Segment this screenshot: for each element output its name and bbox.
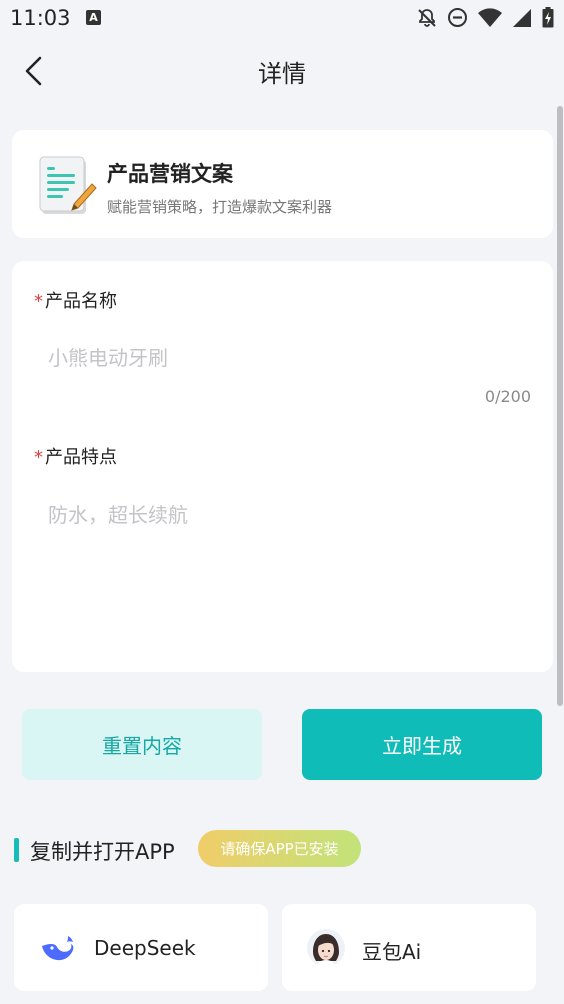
app-card-doubao[interactable]: 豆包Ai bbox=[282, 904, 536, 991]
required-mark: * bbox=[34, 447, 43, 468]
product-features-label: * 产品特点 bbox=[34, 443, 117, 469]
scrollbar[interactable] bbox=[557, 106, 563, 706]
install-hint-badge: 请确保APP已安装 bbox=[198, 830, 361, 867]
doubao-avatar-icon bbox=[307, 929, 345, 967]
status-bar: 11:03 A bbox=[0, 0, 564, 38]
tool-subtitle: 赋能营销策略，打造爆款文案利器 bbox=[107, 198, 333, 216]
status-time: 11:03 bbox=[10, 6, 71, 30]
char-counter: 0/200 bbox=[484, 387, 531, 406]
page-title: 详情 bbox=[258, 60, 306, 88]
app-card-deepseek[interactable]: DeepSeek bbox=[14, 904, 268, 991]
deepseek-whale-icon bbox=[42, 936, 74, 961]
product-features-label-text: 产品特点 bbox=[45, 447, 117, 468]
product-name-input[interactable] bbox=[46, 339, 530, 377]
tool-header-card: 产品营销文案 赋能营销策略，打造爆款文案利器 bbox=[12, 130, 553, 238]
app-name: DeepSeek bbox=[94, 936, 196, 960]
nav-bar: 详情 bbox=[0, 38, 564, 104]
bell-off-icon bbox=[418, 8, 436, 27]
generate-button[interactable]: 立即生成 bbox=[302, 709, 542, 780]
tool-title: 产品营销文案 bbox=[107, 162, 233, 186]
product-name-label-text: 产品名称 bbox=[45, 291, 117, 312]
section-title: 复制并打开APP bbox=[30, 840, 175, 864]
main-content: 产品营销文案 赋能营销策略，打造爆款文案利器 *产品名称 0/200 *产品特点… bbox=[0, 104, 564, 1004]
notification-a-icon: A bbox=[86, 10, 101, 25]
wifi-icon bbox=[478, 7, 502, 27]
reset-button[interactable]: 重置内容 bbox=[22, 709, 262, 780]
app-name: 豆包Ai bbox=[362, 940, 422, 964]
do-not-disturb-icon bbox=[448, 8, 467, 27]
status-icons bbox=[417, 7, 554, 28]
required-mark: * bbox=[34, 291, 43, 312]
cellular-signal-icon bbox=[513, 8, 531, 27]
form-card: *产品名称 0/200 *产品特点 bbox=[12, 261, 553, 672]
product-name-label: * 产品名称 bbox=[34, 287, 117, 313]
battery-icon bbox=[542, 7, 554, 28]
document-pencil-icon bbox=[39, 156, 97, 214]
section-accent-bar bbox=[14, 838, 19, 862]
product-features-input[interactable] bbox=[46, 497, 530, 651]
